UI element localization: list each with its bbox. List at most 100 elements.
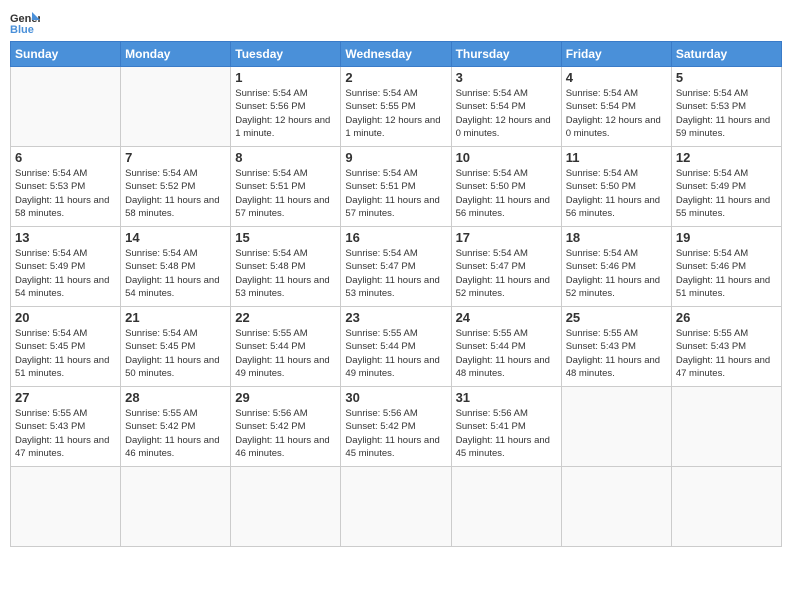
calendar-cell: 22 Sunrise: 5:55 AMSunset: 5:44 PMDayligh…	[231, 307, 341, 387]
calendar-cell: 31Sunrise: 5:56 AMSunset: 5:41 PMDayligh…	[451, 387, 561, 467]
day-info: Sunrise: 5:54 AMSunset: 5:49 PMDaylight:…	[676, 167, 777, 220]
day-info: Sunrise: 5:54 AMSunset: 5:51 PMDaylight:…	[345, 167, 446, 220]
calendar-cell: 19 Sunrise: 5:54 AMSunset: 5:46 PMDayligh…	[671, 227, 781, 307]
calendar-cell: 2 Sunrise: 5:54 AMSunset: 5:55 PMDaylight…	[341, 67, 451, 147]
day-number: 25	[566, 310, 667, 325]
day-info: Sunrise: 5:54 AMSunset: 5:53 PMDaylight:…	[15, 167, 116, 220]
day-number: 7	[125, 150, 226, 165]
day-info: Sunrise: 5:55 AMSunset: 5:44 PMDaylight:…	[235, 327, 336, 380]
day-info: Sunrise: 5:55 AMSunset: 5:44 PMDaylight:…	[345, 327, 446, 380]
day-number: 13	[15, 230, 116, 245]
day-number: 17	[456, 230, 557, 245]
day-info: Sunrise: 5:54 AMSunset: 5:56 PMDaylight:…	[235, 87, 336, 140]
calendar-cell	[671, 387, 781, 467]
day-number: 9	[345, 150, 446, 165]
calendar-cell	[121, 467, 231, 547]
day-number: 4	[566, 70, 667, 85]
weekday-saturday: Saturday	[671, 42, 781, 67]
calendar-cell: 29Sunrise: 5:56 AMSunset: 5:42 PMDayligh…	[231, 387, 341, 467]
weekday-header: SundayMondayTuesdayWednesdayThursdayFrid…	[11, 42, 782, 67]
calendar-cell	[561, 387, 671, 467]
day-info: Sunrise: 5:56 AMSunset: 5:42 PMDaylight:…	[345, 407, 446, 460]
calendar-cell	[561, 467, 671, 547]
day-number: 22	[235, 310, 336, 325]
calendar-cell: 28Sunrise: 5:55 AMSunset: 5:42 PMDayligh…	[121, 387, 231, 467]
day-info: Sunrise: 5:54 AMSunset: 5:47 PMDaylight:…	[345, 247, 446, 300]
calendar-cell: 1 Sunrise: 5:54 AMSunset: 5:56 PMDaylight…	[231, 67, 341, 147]
day-number: 14	[125, 230, 226, 245]
day-info: Sunrise: 5:54 AMSunset: 5:48 PMDaylight:…	[235, 247, 336, 300]
day-info: Sunrise: 5:54 AMSunset: 5:45 PMDaylight:…	[125, 327, 226, 380]
calendar-cell: 24 Sunrise: 5:55 AMSunset: 5:44 PMDayligh…	[451, 307, 561, 387]
day-number: 3	[456, 70, 557, 85]
day-number: 5	[676, 70, 777, 85]
day-number: 20	[15, 310, 116, 325]
weekday-monday: Monday	[121, 42, 231, 67]
calendar: SundayMondayTuesdayWednesdayThursdayFrid…	[10, 41, 782, 547]
day-info: Sunrise: 5:54 AMSunset: 5:45 PMDaylight:…	[15, 327, 116, 380]
day-info: Sunrise: 5:55 AMSunset: 5:42 PMDaylight:…	[125, 407, 226, 460]
day-number: 19	[676, 230, 777, 245]
calendar-row: 20 Sunrise: 5:54 AMSunset: 5:45 PMDayligh…	[11, 307, 782, 387]
day-number: 1	[235, 70, 336, 85]
day-info: Sunrise: 5:54 AMSunset: 5:55 PMDaylight:…	[345, 87, 446, 140]
calendar-cell: 27 Sunrise: 5:55 AMSunset: 5:43 PMDayligh…	[11, 387, 121, 467]
day-info: Sunrise: 5:54 AMSunset: 5:48 PMDaylight:…	[125, 247, 226, 300]
calendar-cell: 10 Sunrise: 5:54 AMSunset: 5:50 PMDayligh…	[451, 147, 561, 227]
svg-text:Blue: Blue	[10, 24, 34, 35]
day-number: 18	[566, 230, 667, 245]
weekday-tuesday: Tuesday	[231, 42, 341, 67]
calendar-cell: 13Sunrise: 5:54 AMSunset: 5:49 PMDayligh…	[11, 227, 121, 307]
calendar-cell: 8 Sunrise: 5:54 AMSunset: 5:51 PMDaylight…	[231, 147, 341, 227]
calendar-cell	[341, 467, 451, 547]
day-number: 10	[456, 150, 557, 165]
day-number: 27	[15, 390, 116, 405]
day-info: Sunrise: 5:55 AMSunset: 5:43 PMDaylight:…	[15, 407, 116, 460]
day-info: Sunrise: 5:55 AMSunset: 5:43 PMDaylight:…	[676, 327, 777, 380]
day-number: 8	[235, 150, 336, 165]
day-info: Sunrise: 5:54 AMSunset: 5:50 PMDaylight:…	[566, 167, 667, 220]
day-info: Sunrise: 5:54 AMSunset: 5:53 PMDaylight:…	[676, 87, 777, 140]
day-info: Sunrise: 5:54 AMSunset: 5:50 PMDaylight:…	[456, 167, 557, 220]
calendar-cell	[671, 467, 781, 547]
day-info: Sunrise: 5:55 AMSunset: 5:44 PMDaylight:…	[456, 327, 557, 380]
calendar-cell	[231, 467, 341, 547]
day-info: Sunrise: 5:56 AMSunset: 5:41 PMDaylight:…	[456, 407, 557, 460]
day-number: 21	[125, 310, 226, 325]
calendar-cell: 17 Sunrise: 5:54 AMSunset: 5:47 PMDayligh…	[451, 227, 561, 307]
calendar-cell: 4Sunrise: 5:54 AMSunset: 5:54 PMDaylight…	[561, 67, 671, 147]
calendar-cell: 21 Sunrise: 5:54 AMSunset: 5:45 PMDayligh…	[121, 307, 231, 387]
calendar-cell: 18 Sunrise: 5:54 AMSunset: 5:46 PMDayligh…	[561, 227, 671, 307]
calendar-cell: 14 Sunrise: 5:54 AMSunset: 5:48 PMDayligh…	[121, 227, 231, 307]
calendar-cell	[11, 67, 121, 147]
day-info: Sunrise: 5:54 AMSunset: 5:52 PMDaylight:…	[125, 167, 226, 220]
calendar-cell: 11 Sunrise: 5:54 AMSunset: 5:50 PMDayligh…	[561, 147, 671, 227]
day-info: Sunrise: 5:54 AMSunset: 5:46 PMDaylight:…	[566, 247, 667, 300]
calendar-body: 1 Sunrise: 5:54 AMSunset: 5:56 PMDaylight…	[11, 67, 782, 547]
day-info: Sunrise: 5:55 AMSunset: 5:43 PMDaylight:…	[566, 327, 667, 380]
day-number: 11	[566, 150, 667, 165]
day-info: Sunrise: 5:54 AMSunset: 5:51 PMDaylight:…	[235, 167, 336, 220]
day-number: 2	[345, 70, 446, 85]
calendar-cell: 23 Sunrise: 5:55 AMSunset: 5:44 PMDayligh…	[341, 307, 451, 387]
calendar-cell: 26 Sunrise: 5:55 AMSunset: 5:43 PMDayligh…	[671, 307, 781, 387]
weekday-thursday: Thursday	[451, 42, 561, 67]
day-number: 30	[345, 390, 446, 405]
calendar-cell	[121, 67, 231, 147]
day-info: Sunrise: 5:54 AMSunset: 5:47 PMDaylight:…	[456, 247, 557, 300]
calendar-cell: 16Sunrise: 5:54 AMSunset: 5:47 PMDayligh…	[341, 227, 451, 307]
day-number: 26	[676, 310, 777, 325]
day-number: 6	[15, 150, 116, 165]
calendar-cell	[451, 467, 561, 547]
day-number: 24	[456, 310, 557, 325]
day-number: 12	[676, 150, 777, 165]
calendar-cell: 7 Sunrise: 5:54 AMSunset: 5:52 PMDaylight…	[121, 147, 231, 227]
calendar-cell: 30 Sunrise: 5:56 AMSunset: 5:42 PMDayligh…	[341, 387, 451, 467]
calendar-row: 13Sunrise: 5:54 AMSunset: 5:49 PMDayligh…	[11, 227, 782, 307]
calendar-row	[11, 467, 782, 547]
day-number: 23	[345, 310, 446, 325]
calendar-row: 1 Sunrise: 5:54 AMSunset: 5:56 PMDaylight…	[11, 67, 782, 147]
calendar-cell: 3Sunrise: 5:54 AMSunset: 5:54 PMDaylight…	[451, 67, 561, 147]
day-info: Sunrise: 5:54 AMSunset: 5:46 PMDaylight:…	[676, 247, 777, 300]
logo: General Blue	[10, 10, 40, 35]
